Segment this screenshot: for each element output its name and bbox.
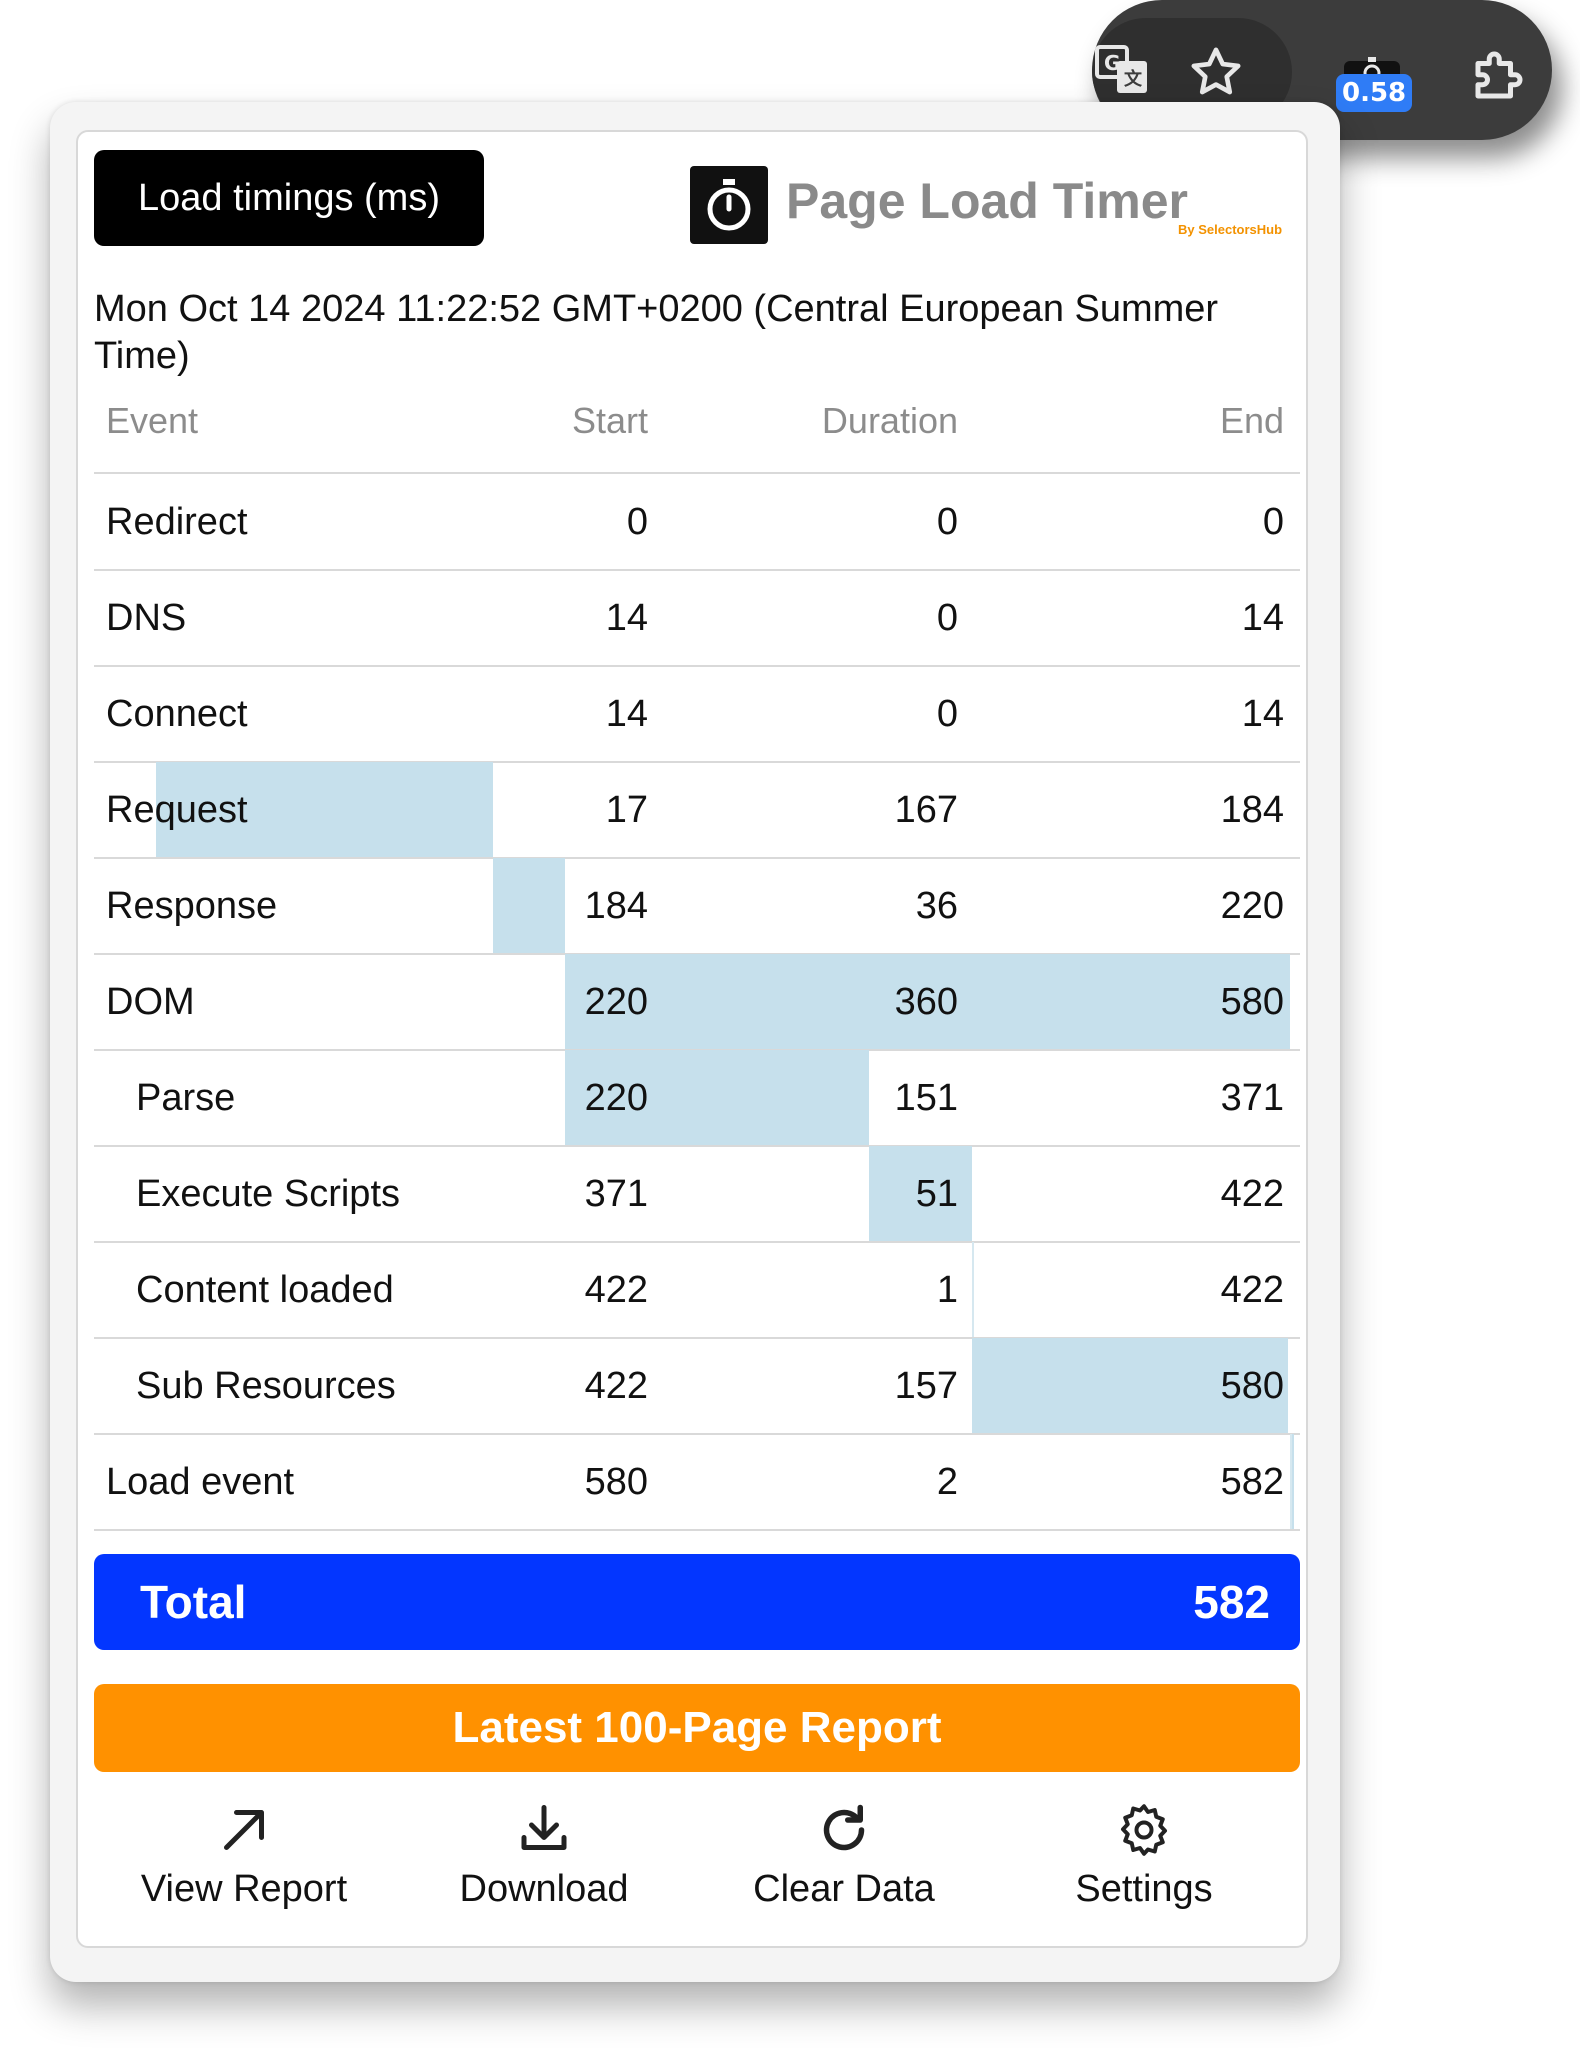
total-value: 582 [1193, 1576, 1270, 1628]
end-cell: 422 [1220, 1173, 1284, 1215]
end-cell: 422 [1220, 1269, 1284, 1311]
end-cell: 582 [1220, 1461, 1284, 1503]
table-row-divider [94, 1529, 1300, 1531]
end-cell: 580 [1220, 981, 1284, 1023]
column-header-end: End [1219, 400, 1284, 441]
column-header-event: Event [106, 400, 199, 441]
download-icon [521, 1805, 567, 1850]
view-report-button[interactable]: View Report [114, 1800, 374, 1930]
column-header-duration: Duration [821, 400, 958, 441]
extensions-puzzle-icon[interactable] [1460, 38, 1536, 114]
start-cell: 14 [605, 693, 648, 735]
timing-gantt-marker [971, 1242, 974, 1338]
duration-cell: 167 [894, 789, 958, 831]
duration-cell: 360 [894, 981, 958, 1023]
end-cell: 580 [1220, 1365, 1284, 1407]
duration-cell: 36 [915, 885, 958, 927]
download-label: Download [459, 1868, 629, 1910]
settings-label: Settings [1075, 1868, 1213, 1910]
duration-cell: 0 [936, 597, 958, 639]
total-bar: Total 582 [94, 1554, 1300, 1650]
end-cell: 184 [1220, 789, 1284, 831]
refresh-icon [823, 1804, 865, 1851]
duration-cell: 2 [936, 1461, 958, 1503]
start-cell: 220 [584, 1077, 648, 1119]
start-cell: 580 [584, 1461, 648, 1503]
duration-cell: 51 [915, 1173, 958, 1215]
gear-icon [1121, 1804, 1167, 1856]
start-cell: 422 [584, 1269, 648, 1311]
timing-gantt-marker [1289, 1434, 1292, 1530]
column-header-start: Start [571, 400, 648, 441]
start-cell: 422 [584, 1365, 648, 1407]
end-cell: 14 [1241, 597, 1284, 639]
duration-cell: 1 [936, 1269, 958, 1311]
end-cell: 220 [1220, 885, 1284, 927]
start-cell: 184 [584, 885, 648, 927]
view-report-label: View Report [140, 1868, 348, 1910]
start-cell: 17 [605, 789, 648, 831]
duration-cell: 151 [894, 1077, 958, 1119]
duration-cell: 157 [894, 1365, 958, 1407]
total-label: Total [140, 1576, 247, 1628]
clear-data-label: Clear Data [753, 1868, 935, 1910]
start-cell: 0 [626, 501, 648, 543]
start-cell: 371 [584, 1173, 648, 1215]
duration-cell: 0 [936, 693, 958, 735]
arrow-up-right-icon [224, 1810, 264, 1850]
end-cell: 14 [1241, 693, 1284, 735]
start-cell: 220 [584, 981, 648, 1023]
extension-badge: 0.58 [1336, 74, 1413, 112]
clear-data-button[interactable]: Clear Data [714, 1800, 974, 1930]
start-cell: 14 [605, 597, 648, 639]
download-button[interactable]: Download [414, 1800, 674, 1930]
duration-cell: 0 [936, 501, 958, 543]
end-cell: 0 [1262, 501, 1284, 543]
settings-button[interactable]: Settings [1014, 1800, 1274, 1930]
latest-report-button[interactable]: Latest 100-Page Report [94, 1684, 1300, 1772]
end-cell: 371 [1220, 1077, 1284, 1119]
